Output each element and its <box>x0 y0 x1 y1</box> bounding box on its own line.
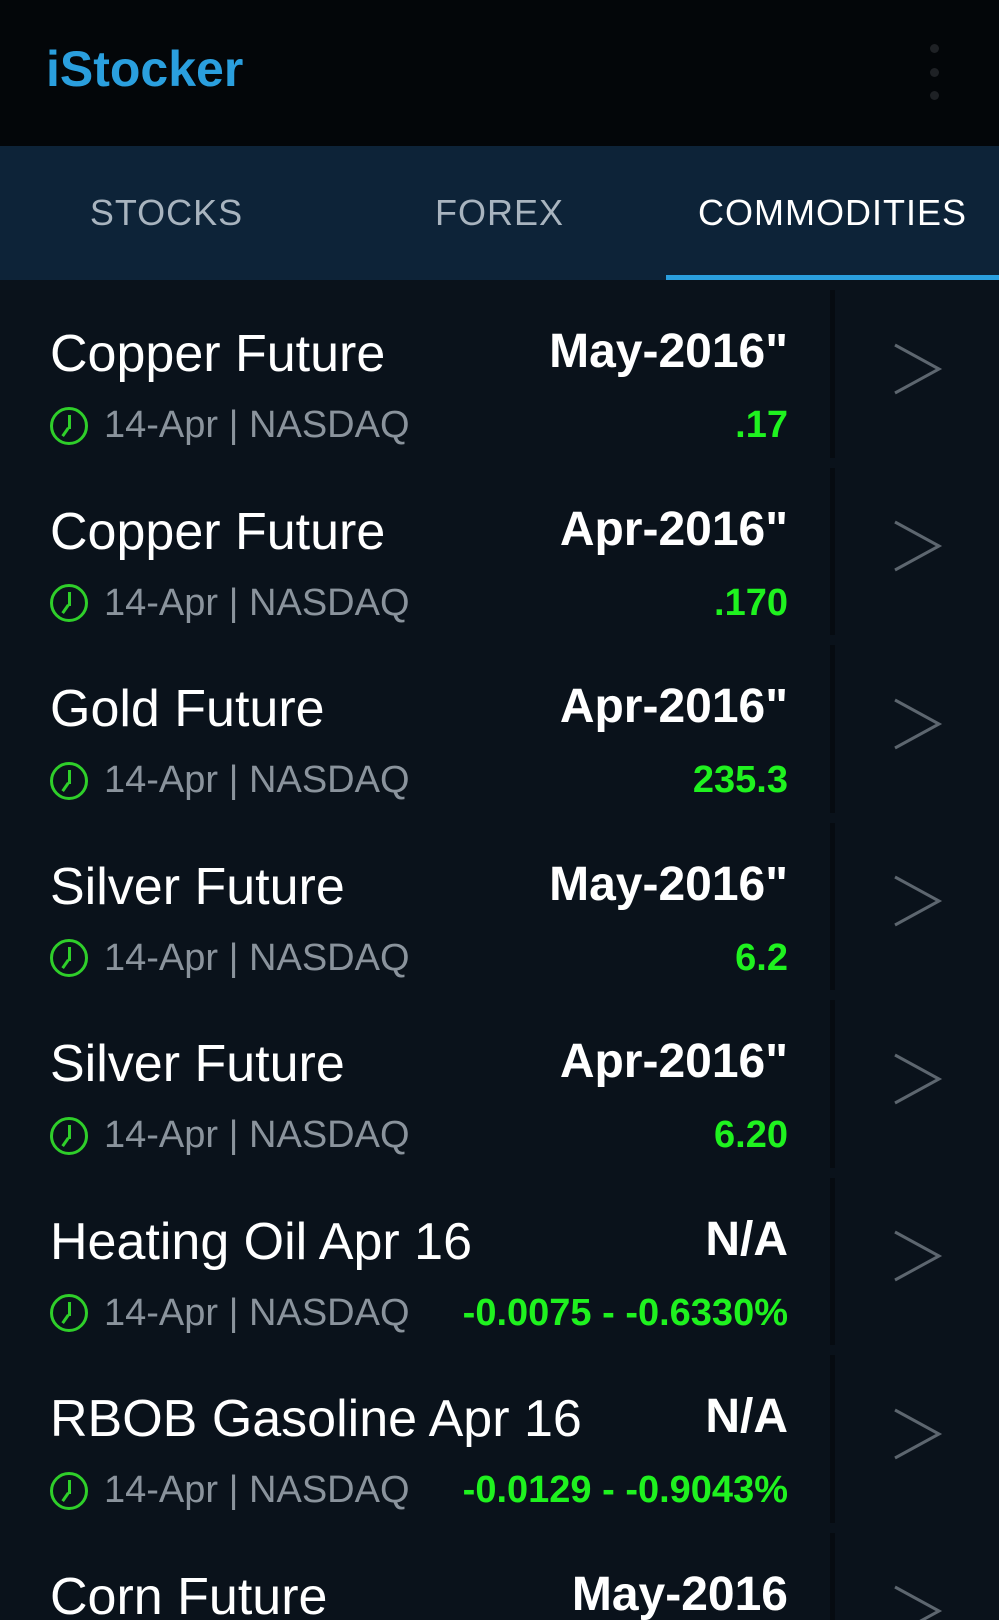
tab-forex[interactable]: FOREX <box>333 146 666 280</box>
clock-icon <box>50 939 88 977</box>
item-date-exchange: 14-Apr | NASDAQ <box>104 936 410 979</box>
item-price: N/A <box>705 1212 788 1266</box>
item-change: -0.0129 - -0.9043% <box>462 1469 788 1511</box>
clock-icon <box>50 584 88 622</box>
item-meta: 14-Apr | NASDAQ <box>50 1114 410 1157</box>
more-options-icon[interactable] <box>925 44 943 100</box>
item-name: Silver Future <box>50 857 345 916</box>
item-date-exchange: 14-Apr | NASDAQ <box>104 759 410 801</box>
item-detail-button[interactable] <box>835 280 999 458</box>
item-price: Apr-2016" <box>559 502 788 556</box>
chevron-right-icon <box>894 1408 943 1460</box>
list-item[interactable]: Silver Future May-2016" 14-Apr | NASDAQ … <box>0 812 999 991</box>
item-name: Heating Oil Apr 16 <box>50 1212 473 1271</box>
item-meta: 14-Apr | NASDAQ <box>50 404 410 447</box>
chevron-right-icon <box>894 1053 943 1105</box>
item-price: May-2016 <box>571 1567 788 1620</box>
item-detail-button[interactable] <box>835 990 999 1168</box>
clock-icon <box>50 1294 88 1332</box>
list-item[interactable]: Corn Future May-2016 <box>0 1522 999 1620</box>
clock-icon <box>50 406 88 445</box>
item-price: May-2016" <box>549 325 788 378</box>
list-item[interactable]: Silver Future Apr-2016" 14-Apr | NASDAQ … <box>0 990 999 1168</box>
tab-stocks[interactable]: STOCKS <box>0 146 333 280</box>
item-name: Corn Future <box>50 1567 328 1620</box>
list-item[interactable]: Copper Future May-2016" 14-Apr | NASDAQ … <box>0 280 999 458</box>
clock-icon <box>50 1116 88 1155</box>
item-date-exchange: 14-Apr | NASDAQ <box>104 1469 410 1511</box>
tab-bar: STOCKS FOREX COMMODITIES <box>0 146 999 280</box>
item-meta: 14-Apr | NASDAQ <box>50 937 410 980</box>
item-change: 6.2 <box>735 936 788 979</box>
item-detail-button[interactable] <box>835 458 999 636</box>
chevron-right-icon <box>894 698 943 750</box>
clock-icon <box>50 1471 88 1510</box>
tab-commodities[interactable]: COMMODITIES <box>666 146 999 280</box>
item-price: N/A <box>705 1390 788 1443</box>
item-name: Copper Future <box>50 325 386 383</box>
chevron-right-icon <box>894 520 943 572</box>
item-price: Apr-2016" <box>559 680 788 733</box>
item-name: Gold Future <box>50 680 325 738</box>
item-price: May-2016" <box>549 857 788 911</box>
app-title: iStocker <box>46 41 244 97</box>
item-name: RBOB Gasoline Apr 16 <box>50 1390 582 1448</box>
chevron-right-icon <box>894 1585 943 1620</box>
list-item[interactable]: RBOB Gasoline Apr 16 N/A 14-Apr | NASDAQ… <box>0 1345 999 1523</box>
item-change: 6.20 <box>714 1114 788 1156</box>
item-change: .17 <box>735 404 788 446</box>
item-change: -0.0075 - -0.6330% <box>462 1291 788 1334</box>
chevron-right-icon <box>894 1230 943 1282</box>
item-detail-button[interactable] <box>835 1523 999 1620</box>
item-meta: 14-Apr | NASDAQ <box>50 1292 410 1335</box>
item-meta: 14-Apr | NASDAQ <box>50 1469 410 1512</box>
item-date-exchange: 14-Apr | NASDAQ <box>104 404 410 446</box>
commodity-list: Copper Future May-2016" 14-Apr | NASDAQ … <box>0 280 999 1620</box>
item-change: .170 <box>714 581 788 624</box>
item-detail-button[interactable] <box>835 1168 999 1346</box>
item-name: Silver Future <box>50 1035 345 1093</box>
list-item[interactable]: Heating Oil Apr 16 N/A 14-Apr | NASDAQ -… <box>0 1167 999 1346</box>
item-detail-button[interactable] <box>835 813 999 991</box>
list-item[interactable]: Gold Future Apr-2016" 14-Apr | NASDAQ 23… <box>0 635 999 813</box>
item-price: Apr-2016" <box>559 1035 788 1088</box>
item-change: 235.3 <box>692 759 788 801</box>
item-date-exchange: 14-Apr | NASDAQ <box>104 1291 410 1334</box>
item-name: Copper Future <box>50 502 386 561</box>
chevron-right-icon <box>894 343 943 395</box>
list-item[interactable]: Copper Future Apr-2016" 14-Apr | NASDAQ … <box>0 457 999 636</box>
chevron-right-icon <box>894 875 943 927</box>
item-date-exchange: 14-Apr | NASDAQ <box>104 1114 410 1156</box>
item-detail-button[interactable] <box>835 635 999 813</box>
clock-icon <box>50 761 88 800</box>
item-date-exchange: 14-Apr | NASDAQ <box>104 581 410 624</box>
app-bar: iStocker <box>0 0 999 146</box>
item-meta: 14-Apr | NASDAQ <box>50 582 410 625</box>
item-meta: 14-Apr | NASDAQ <box>50 759 410 802</box>
item-detail-button[interactable] <box>835 1345 999 1523</box>
